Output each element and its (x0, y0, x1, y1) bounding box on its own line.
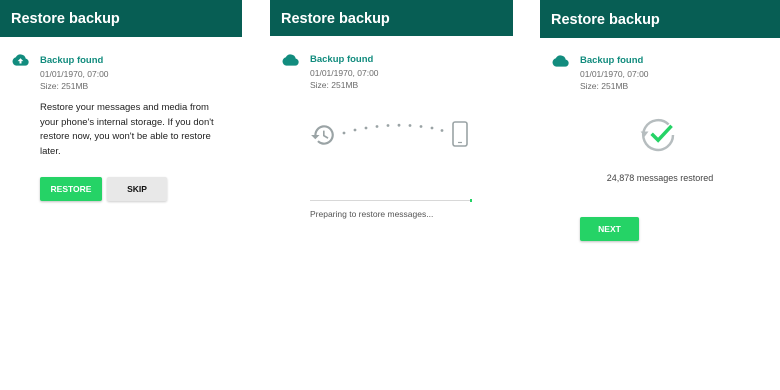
backup-date: 01/01/1970, 07:00 (580, 69, 649, 79)
cloud-icon (552, 55, 569, 67)
transfer-dots (342, 123, 444, 135)
page-title: Restore backup (281, 11, 390, 27)
backup-date: 01/01/1970, 07:00 (40, 69, 109, 79)
backup-size: Size: 251MB (40, 81, 89, 91)
next-button[interactable]: NEXT (580, 217, 639, 241)
app-bar: Restore backup (270, 0, 513, 36)
restore-description: Restore your messages and media from you… (40, 102, 214, 157)
restore-status-text: Preparing to restore messages... (310, 209, 434, 219)
app-bar: Restore backup (0, 0, 242, 37)
panel-preparing-restore: Restore backup Backup found 01/01/1970, … (270, 0, 513, 390)
restore-progress-bar (310, 199, 472, 202)
messages-restored-text: 24,878 messages restored (606, 173, 714, 183)
cloud-icon (282, 54, 299, 66)
phone-icon (452, 121, 468, 147)
cloud-upload-icon (12, 54, 29, 66)
panel-restore-complete: Restore backup Backup found 01/01/1970, … (540, 0, 780, 390)
backup-found-label: Backup found (310, 54, 374, 65)
restore-complete-check-icon (640, 118, 675, 152)
backup-size: Size: 251MB (310, 80, 359, 90)
page-title: Restore backup (11, 11, 120, 27)
progress-fill (310, 200, 472, 201)
backup-found-label: Backup found (40, 55, 104, 66)
progress-indicator (470, 199, 472, 202)
app-bar: Restore backup (540, 0, 780, 38)
backup-date: 01/01/1970, 07:00 (310, 68, 379, 78)
backup-size: Size: 251MB (580, 81, 629, 91)
page-title: Restore backup (551, 12, 660, 28)
restore-history-icon (311, 125, 334, 145)
panel-backup-found: Restore backup Backup found 01/01/1970, … (0, 0, 242, 390)
backup-found-label: Backup found (580, 55, 644, 66)
restore-button[interactable]: RESTORE (40, 177, 102, 201)
skip-button[interactable]: SKIP (107, 177, 167, 201)
